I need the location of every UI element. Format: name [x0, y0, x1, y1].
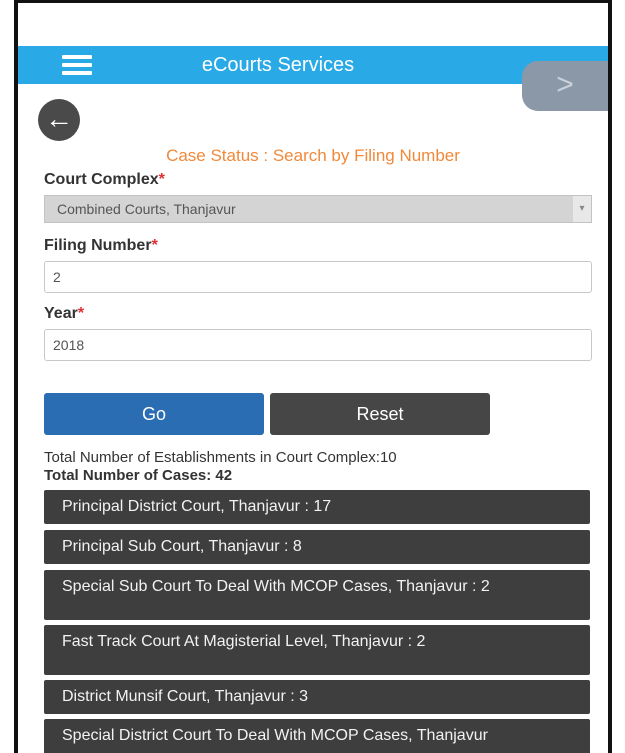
top-app-bar: eCourts Services — [18, 46, 608, 84]
app-frame: eCourts Services > ← Case Status : Searc… — [14, 0, 612, 753]
reset-button[interactable]: Reset — [270, 393, 490, 435]
cases-count: Total Number of Cases: 42 — [44, 467, 233, 484]
filing-number-label: Filing Number* — [44, 237, 158, 254]
arrow-left-icon[interactable]: ← — [38, 99, 80, 141]
establishments-count: Total Number of Establishments in Court … — [44, 449, 397, 466]
year-input[interactable]: 2018 — [44, 329, 592, 361]
establishment-item[interactable]: Special Sub Court To Deal With MCOP Case… — [44, 570, 590, 620]
establishment-item[interactable]: Special District Court To Deal With MCOP… — [44, 719, 590, 753]
year-label: Year* — [44, 305, 85, 322]
chevron-right-icon[interactable]: > — [522, 61, 608, 111]
filing-number-input[interactable]: 2 — [44, 261, 592, 293]
establishment-item[interactable]: Principal District Court, Thanjavur : 17 — [44, 490, 590, 524]
court-complex-label: Court Complex* — [44, 171, 165, 188]
court-complex-value: Combined Courts, Thanjavur — [57, 201, 236, 217]
section-title: Case Status : Search by Filing Number — [166, 146, 460, 165]
establishment-item[interactable]: Fast Track Court At Magisterial Level, T… — [44, 625, 590, 675]
chevron-down-icon: ▾ — [573, 196, 591, 222]
app-title: eCourts Services — [201, 54, 355, 76]
go-button[interactable]: Go — [44, 393, 264, 435]
establishment-item[interactable]: District Munsif Court, Thanjavur : 3 — [44, 680, 590, 714]
court-complex-select[interactable]: Combined Courts, Thanjavur ▾ — [44, 195, 592, 223]
establishment-item[interactable]: Principal Sub Court, Thanjavur : 8 — [44, 530, 590, 564]
